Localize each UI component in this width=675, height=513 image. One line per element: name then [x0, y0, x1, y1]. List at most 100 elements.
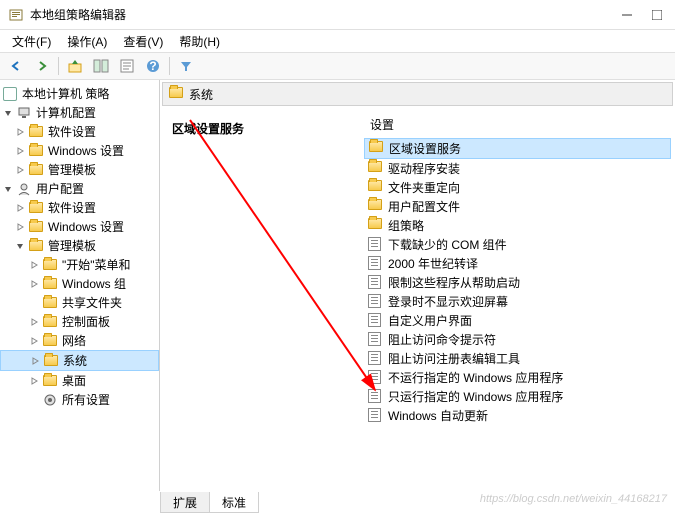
tree-item[interactable]: 控制面板 [0, 312, 159, 331]
setting-item[interactable]: 自定义用户界面 [364, 311, 671, 330]
setting-item[interactable]: 驱动程序安装 [364, 159, 671, 178]
tree-item[interactable]: Windows 组 [0, 274, 159, 293]
setting-label: 不运行指定的 Windows 应用程序 [388, 369, 563, 386]
setting-item[interactable]: 2000 年世纪转译 [364, 254, 671, 273]
properties-button[interactable] [115, 55, 139, 77]
tab-extended[interactable]: 扩展 [160, 492, 210, 513]
tree-computer-config[interactable]: 计算机配置 [0, 103, 159, 122]
setting-item[interactable]: Windows 自动更新 [364, 406, 671, 425]
path-text: 系统 [189, 86, 213, 103]
up-button[interactable] [63, 55, 87, 77]
expand-icon[interactable] [28, 375, 40, 387]
computer-icon [16, 105, 32, 121]
filter-button[interactable] [174, 55, 198, 77]
policy-icon [368, 351, 384, 367]
setting-item[interactable]: 限制这些程序从帮助启动 [364, 273, 671, 292]
setting-item[interactable]: 阻止访问注册表编辑工具 [364, 349, 671, 368]
setting-item[interactable]: 区域设置服务 [364, 138, 671, 159]
forward-button[interactable] [30, 55, 54, 77]
tree-item[interactable]: 管理模板 [0, 236, 159, 255]
setting-item[interactable]: 组策略 [364, 216, 671, 235]
expand-icon[interactable] [14, 202, 26, 214]
policy-icon [368, 408, 384, 424]
window-title: 本地组策略编辑器 [30, 6, 621, 23]
tree-item[interactable]: 网络 [0, 331, 159, 350]
maximize-button[interactable] [651, 9, 663, 21]
watermark: https://blog.csdn.net/weixin_44168217 [480, 493, 667, 505]
tree-item[interactable]: 管理模板 [0, 160, 159, 179]
tree-label: Windows 设置 [48, 218, 124, 235]
back-button[interactable] [4, 55, 28, 77]
folder-icon [169, 87, 183, 101]
setting-label: 阻止访问命令提示符 [388, 331, 496, 348]
tree-item[interactable]: 软件设置 [0, 198, 159, 217]
column-header[interactable]: 设置 [364, 112, 671, 138]
expand-icon[interactable] [14, 126, 26, 138]
tree-item[interactable]: Windows 设置 [0, 141, 159, 160]
policy-icon [368, 313, 384, 329]
policy-icon [368, 256, 384, 272]
tab-standard[interactable]: 标准 [209, 492, 259, 513]
tree-label: 计算机配置 [36, 104, 96, 121]
tree-user-config[interactable]: 用户配置 [0, 179, 159, 198]
expand-icon[interactable] [28, 335, 40, 347]
menu-action[interactable]: 操作(A) [59, 31, 115, 52]
path-bar: 系统 [162, 82, 673, 106]
setting-label: Windows 自动更新 [388, 407, 488, 424]
folder-icon [28, 219, 44, 235]
tree-label: "开始"菜单和 [62, 256, 131, 273]
settings-list[interactable]: 设置 区域设置服务驱动程序安装文件夹重定向用户配置文件组策略下载缺少的 COM … [364, 112, 671, 487]
collapse-icon[interactable] [2, 107, 14, 119]
collapse-icon[interactable] [2, 183, 14, 195]
expand-icon[interactable] [28, 316, 40, 328]
setting-label: 登录时不显示欢迎屏幕 [388, 293, 508, 310]
collapse-icon[interactable] [14, 240, 26, 252]
setting-item[interactable]: 下载缺少的 COM 组件 [364, 235, 671, 254]
policy-icon [368, 389, 384, 405]
setting-item[interactable]: 文件夹重定向 [364, 178, 671, 197]
tree-label: 软件设置 [48, 199, 96, 216]
tree-label: 管理模板 [48, 161, 96, 178]
menu-help[interactable]: 帮助(H) [171, 31, 228, 52]
expand-icon[interactable] [14, 164, 26, 176]
expand-icon[interactable] [29, 355, 41, 367]
tree-panel[interactable]: 本地计算机 策略 计算机配置 软件设置 Windows 设置 管理模板 用户配置 [0, 80, 160, 491]
setting-item[interactable]: 只运行指定的 Windows 应用程序 [364, 387, 671, 406]
policy-icon [368, 275, 384, 291]
setting-label: 自定义用户界面 [388, 312, 472, 329]
tree-label: 网络 [62, 332, 86, 349]
detail-heading: 区域设置服务 [172, 120, 356, 137]
expand-icon[interactable] [14, 145, 26, 157]
help-button[interactable]: ? [141, 55, 165, 77]
setting-item[interactable]: 用户配置文件 [364, 197, 671, 216]
menu-file[interactable]: 文件(F) [4, 31, 59, 52]
setting-label: 文件夹重定向 [388, 179, 460, 196]
tree-label: 用户配置 [36, 180, 84, 197]
setting-item[interactable]: 阻止访问命令提示符 [364, 330, 671, 349]
tree-root[interactable]: 本地计算机 策略 [0, 84, 159, 103]
setting-item[interactable]: 不运行指定的 Windows 应用程序 [364, 368, 671, 387]
policy-icon [368, 294, 384, 310]
setting-item[interactable]: 登录时不显示欢迎屏幕 [364, 292, 671, 311]
tree-item[interactable]: 共享文件夹 [0, 293, 159, 312]
menu-view[interactable]: 查看(V) [115, 31, 171, 52]
setting-label: 限制这些程序从帮助启动 [388, 274, 520, 291]
expand-icon[interactable] [14, 221, 26, 233]
tree-item[interactable]: 所有设置 [0, 390, 159, 409]
tree-item[interactable]: 桌面 [0, 371, 159, 390]
tree-item[interactable]: "开始"菜单和 [0, 255, 159, 274]
folder-icon [368, 161, 384, 177]
folder-icon [43, 353, 59, 369]
tree-item[interactable]: Windows 设置 [0, 217, 159, 236]
expand-icon[interactable] [28, 278, 40, 290]
tree-item[interactable]: 软件设置 [0, 122, 159, 141]
setting-label: 驱动程序安装 [388, 160, 460, 177]
show-hide-button[interactable] [89, 55, 113, 77]
setting-label: 用户配置文件 [388, 198, 460, 215]
minimize-button[interactable] [621, 9, 633, 21]
folder-icon [42, 373, 58, 389]
policy-icon [368, 332, 384, 348]
tree-label: 系统 [63, 352, 87, 369]
tree-item-system[interactable]: 系统 [0, 350, 159, 371]
expand-icon[interactable] [28, 259, 40, 271]
